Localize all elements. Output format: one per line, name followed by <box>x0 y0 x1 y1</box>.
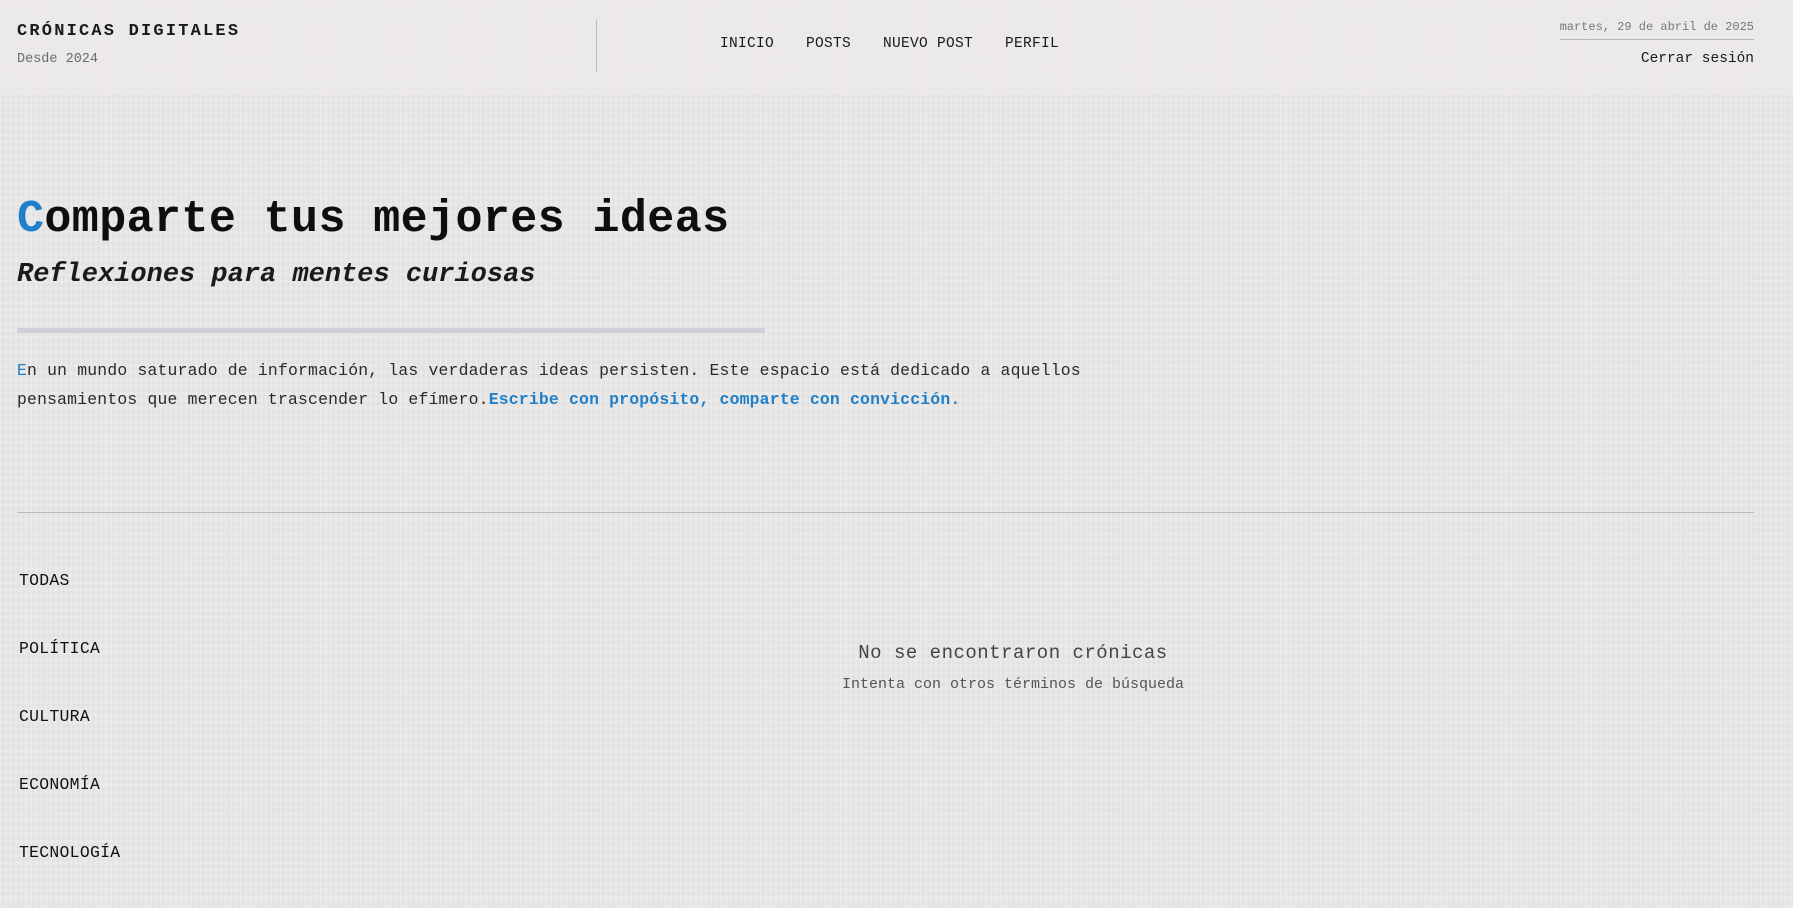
intro-initial: E <box>17 361 28 380</box>
hero-title: Comparte tus mejores ideas <box>17 192 730 248</box>
site-header: CRÓNICAS DIGITALES Desde 2024 INICIO POS… <box>0 0 1793 95</box>
intro-paragraph: En un mundo saturado de información, las… <box>17 356 1177 414</box>
category-filter-list: TODAS POLÍTICA CULTURA ECONOMÍA TECNOLOG… <box>19 568 120 908</box>
category-politica[interactable]: POLÍTICA <box>19 636 120 704</box>
empty-state-subtitle: Intenta con otros términos de búsqueda <box>841 676 1185 693</box>
category-tecnologia[interactable]: TECNOLOGÍA <box>19 840 120 908</box>
category-todas[interactable]: TODAS <box>19 568 120 636</box>
section-divider <box>17 512 1754 513</box>
current-date: martes, 29 de abril de 2025 <box>1559 20 1754 40</box>
site-title[interactable]: CRÓNICAS DIGITALES <box>17 22 240 41</box>
nav-item-posts[interactable]: POSTS <box>806 36 851 52</box>
hero-subtitle: Reflexiones para mentes curiosas <box>17 260 536 290</box>
category-cultura[interactable]: CULTURA <box>19 704 120 772</box>
nav-item-nuevo-post[interactable]: NUEVO POST <box>883 36 973 52</box>
header-divider <box>596 20 597 72</box>
hero-title-text: omparte tus mejores ideas <box>44 194 730 245</box>
nav-item-perfil[interactable]: PERFIL <box>1005 36 1059 52</box>
site-since-label: Desde 2024 <box>17 52 99 67</box>
empty-state-title: No se encontraron crónicas <box>858 642 1168 664</box>
main-nav: INICIO POSTS NUEVO POST PERFIL <box>720 36 1091 52</box>
nav-item-inicio[interactable]: INICIO <box>720 36 774 52</box>
logout-link[interactable]: Cerrar sesión <box>1641 51 1754 67</box>
empty-state: No se encontraron crónicas Intenta con o… <box>763 638 1263 696</box>
hero-divider <box>17 328 765 333</box>
intro-highlight: Escribe con propósito, comparte con conv… <box>488 390 961 409</box>
hero-title-initial: C <box>17 194 45 245</box>
category-economia[interactable]: ECONOMÍA <box>19 772 120 840</box>
